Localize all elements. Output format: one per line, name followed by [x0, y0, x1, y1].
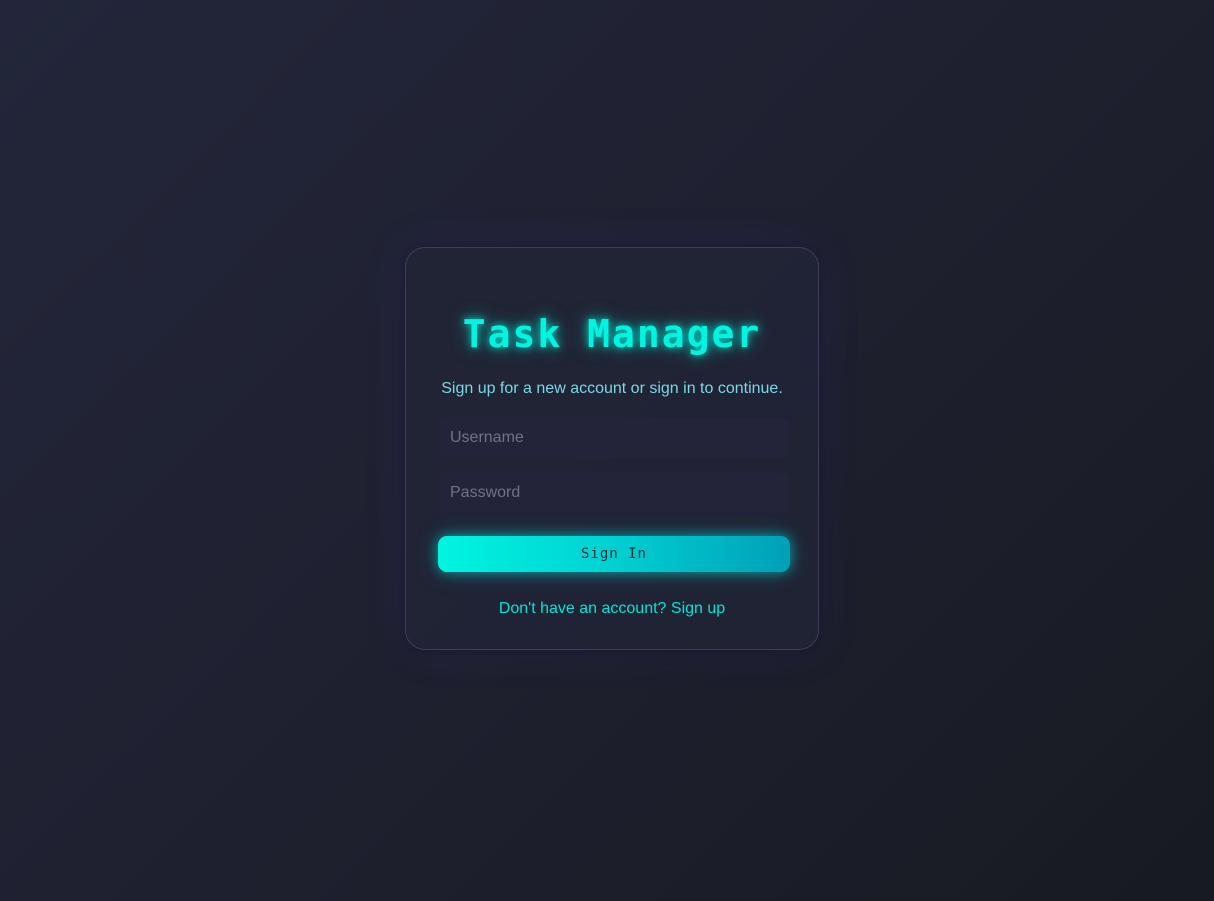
sign-up-link[interactable]: Don't have an account? Sign up — [406, 600, 818, 618]
app-title: Task Manager — [462, 312, 762, 356]
password-input[interactable] — [438, 473, 788, 513]
login-subtitle: Sign up for a new account or sign in to … — [441, 380, 783, 397]
username-input[interactable] — [438, 418, 788, 458]
sign-in-button[interactable]: Sign In — [438, 536, 790, 572]
login-card: Task Manager Sign up for a new account o… — [405, 247, 819, 650]
